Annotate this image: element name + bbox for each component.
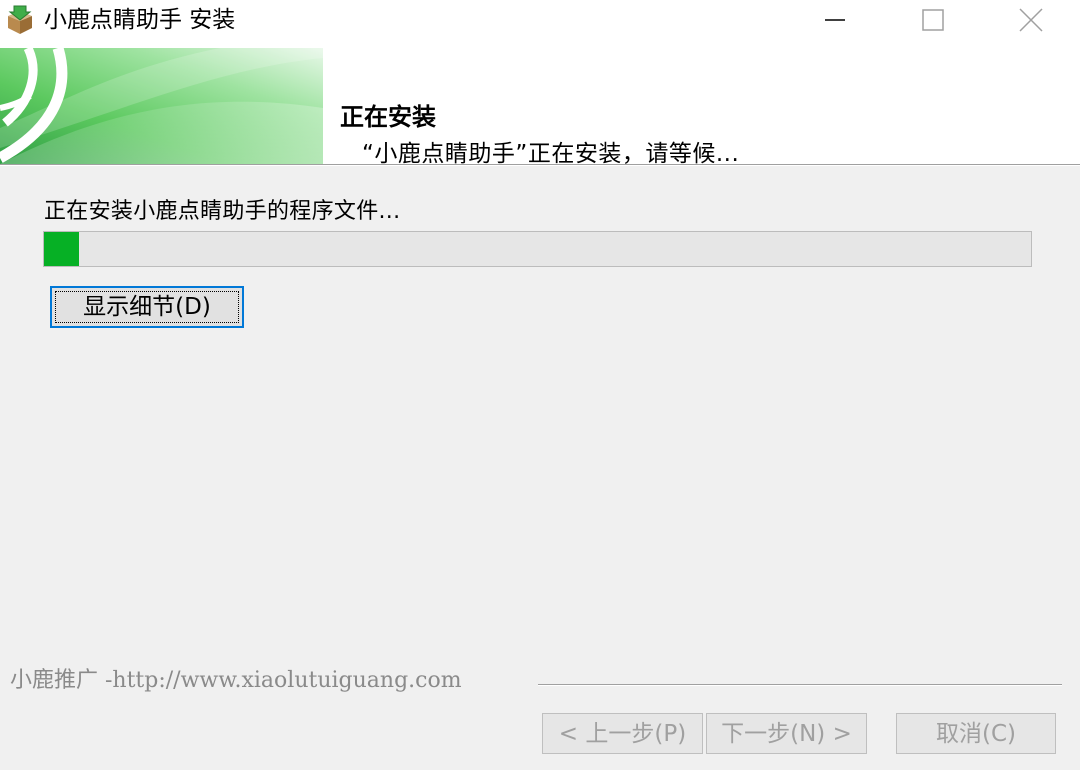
maximize-icon <box>922 9 944 31</box>
install-status-text: 正在安装小鹿点睛助手的程序文件... <box>44 199 401 224</box>
footer-divider-highlight <box>538 685 1062 686</box>
installer-window: 小鹿点睛助手 安装 正在安装 “小鹿点睛助手”正在安装，请等候... 正在安装小… <box>0 0 1080 770</box>
show-details-button[interactable]: 显示细节(D) <box>50 286 244 328</box>
next-button[interactable]: 下一步(N) > <box>706 713 867 754</box>
progress-fill <box>44 232 79 266</box>
header-banner: 正在安装 “小鹿点睛助手”正在安装，请等候... <box>0 40 1080 167</box>
close-icon <box>1019 8 1043 32</box>
leaf-banner-image <box>0 48 323 164</box>
minimize-icon <box>825 19 845 21</box>
install-progress-bar <box>43 231 1032 267</box>
package-install-icon <box>8 5 32 34</box>
page-title: 正在安装 <box>340 103 436 131</box>
show-details-label: 显示细节(D) <box>83 294 211 320</box>
maximize-button[interactable] <box>884 0 982 40</box>
title-bar[interactable]: 小鹿点睛助手 安装 <box>0 0 1080 40</box>
window-title: 小鹿点睛助手 安装 <box>44 7 236 33</box>
back-button[interactable]: < 上一步(P) <box>542 713 703 754</box>
minimize-button[interactable] <box>786 0 884 40</box>
header-divider-highlight <box>0 165 1080 166</box>
cancel-button[interactable]: 取消(C) <box>896 713 1056 754</box>
close-button[interactable] <box>982 0 1080 40</box>
branding-text: 小鹿推广 -http://www.xiaolutuiguang.com <box>10 668 462 693</box>
